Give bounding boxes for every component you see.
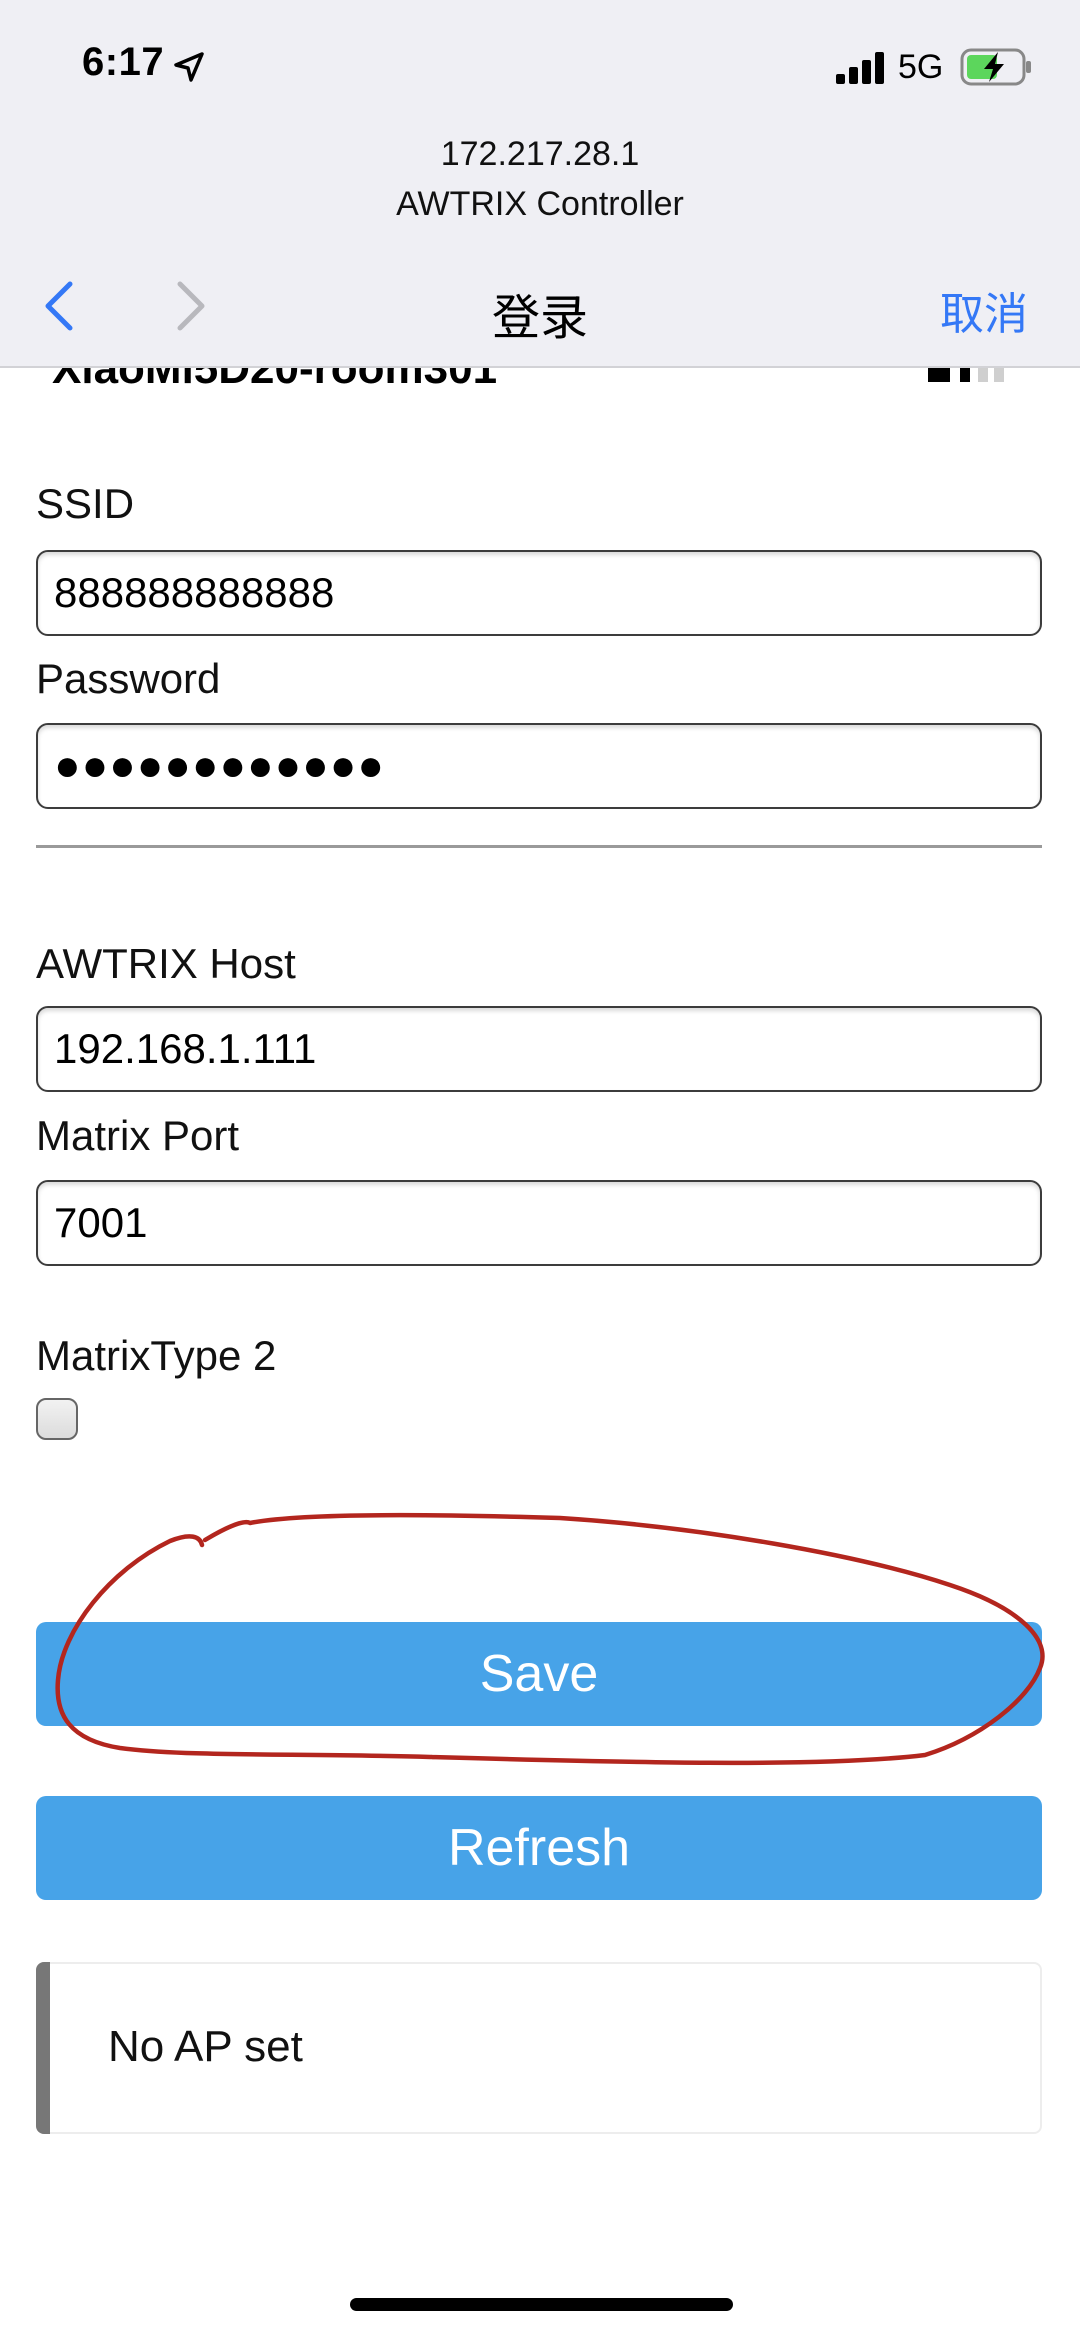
status-message-box: No AP set — [36, 1962, 1042, 2134]
port-label: Matrix Port — [36, 1112, 240, 1159]
host-input[interactable]: 192.168.1.111 — [36, 1006, 1042, 1092]
refresh-button[interactable]: Refresh — [36, 1796, 1042, 1900]
save-button[interactable]: Save — [36, 1622, 1042, 1726]
home-indicator[interactable] — [350, 2298, 733, 2311]
ssid-label: SSID — [36, 480, 135, 527]
site-title: AWTRIX Controller — [396, 185, 684, 223]
section-divider — [36, 845, 1042, 848]
nav-title: 登录 — [491, 292, 588, 345]
matrix-type-checkbox[interactable] — [36, 1398, 78, 1440]
password-label: Password — [36, 655, 221, 702]
matrix-type-label: MatrixType 2 — [36, 1332, 277, 1379]
port-input[interactable]: 7001 — [36, 1180, 1042, 1266]
location-arrow-icon — [174, 52, 204, 82]
network-type: 5G — [898, 48, 944, 86]
page: 6:17 5G 172.217.28.1 AWTRIX Controller 登… — [0, 0, 1080, 2336]
host-label: AWTRIX Host — [36, 940, 296, 987]
browser-chrome: 6:17 5G 172.217.28.1 AWTRIX Controller 登… — [0, 0, 1080, 368]
status-accent-bar — [36, 1962, 50, 2134]
password-input[interactable]: ●●●●●●●●●●●● — [36, 723, 1042, 809]
cellular-signal-icon — [836, 52, 884, 84]
page-url: 172.217.28.1 — [440, 135, 640, 173]
status-time: 6:17 — [82, 40, 165, 84]
status-message: No AP set — [108, 2022, 303, 2071]
ssid-input[interactable]: 888888888888 — [36, 550, 1042, 636]
battery-charging-icon — [960, 48, 1031, 86]
cancel-button[interactable]: 取消 — [940, 278, 1028, 342]
